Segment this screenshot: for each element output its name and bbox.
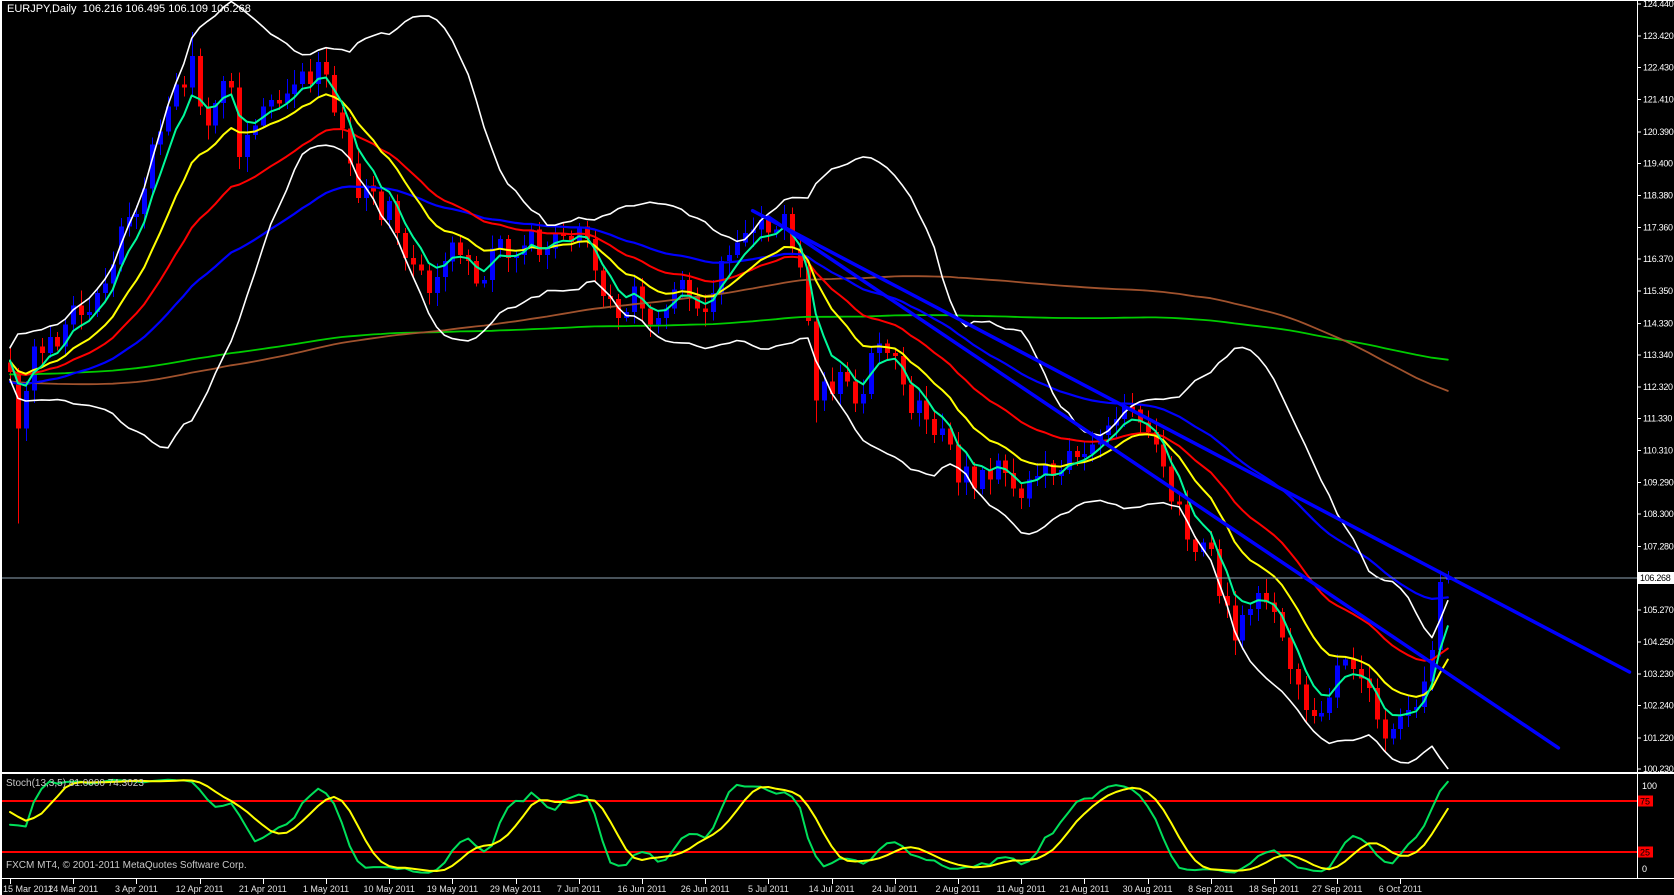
candles-layer <box>8 32 1451 753</box>
trendline-object[interactable] <box>766 215 1561 750</box>
bollinger-lower-line <box>9 144 1449 770</box>
ema5-line <box>9 76 1449 717</box>
stochastic-label: Stoch(13,3,5) 81.0000 74.3023 <box>6 778 144 789</box>
copyright-text: FXCM MT4, © 2001-2011 MetaQuotes Softwar… <box>6 860 247 871</box>
panel-frame <box>0 0 1674 895</box>
ema13-line <box>9 93 1449 698</box>
price-axis[interactable] <box>1638 0 1674 879</box>
sma150-line <box>9 275 1449 392</box>
stoch-main-line <box>9 778 1449 874</box>
chart-canvas[interactable]: 124.440123.420122.430121.410120.390119.4… <box>0 0 1674 895</box>
time-axis[interactable] <box>0 880 1674 895</box>
ema26-line <box>9 128 1449 662</box>
chart-window: 124.440 123.420 122.430 121.410 120.390 119.4… <box>0 0 1674 895</box>
trendline-objects[interactable] <box>750 208 1632 750</box>
chart-title: EURJPY,Daily 106.216 106.495 106.109 106… <box>7 3 251 15</box>
trendline-object[interactable] <box>750 208 1632 674</box>
